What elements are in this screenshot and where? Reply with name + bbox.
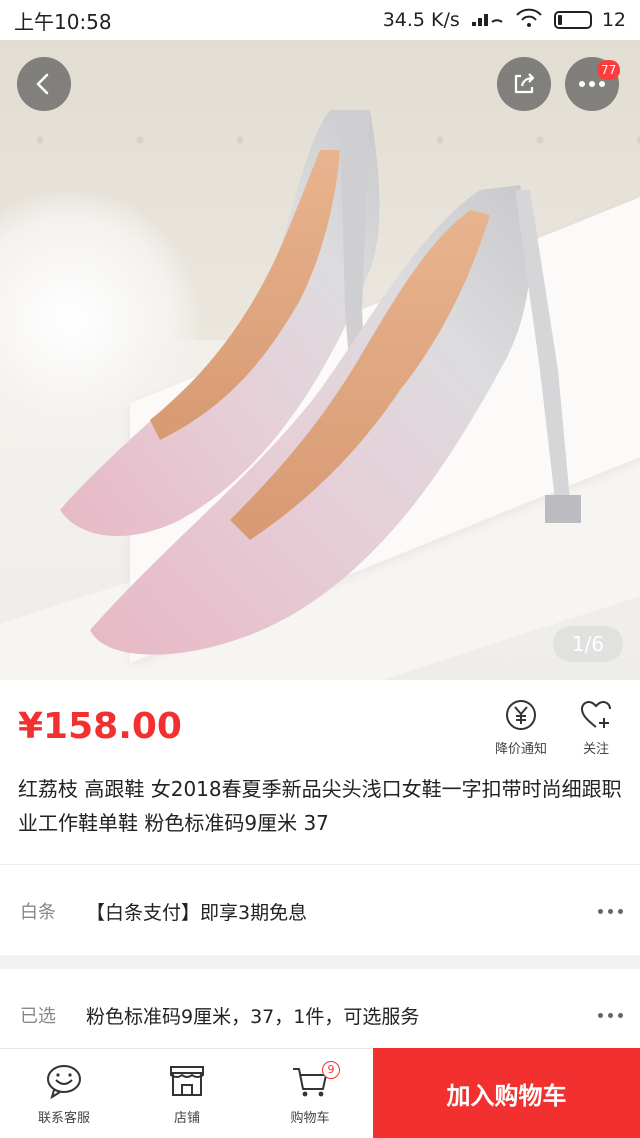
- follow-button[interactable]: 关注: [560, 698, 632, 757]
- product-photo-shoes: [60, 110, 581, 655]
- store-icon: [170, 1066, 204, 1096]
- product-price: ¥158.00: [18, 706, 182, 747]
- service-label: 联系客服: [37, 1111, 90, 1126]
- cart-label: 购物车: [290, 1111, 330, 1126]
- section-gap: [0, 955, 640, 969]
- divider: [0, 864, 640, 865]
- shop-button[interactable]: 店铺: [137, 1063, 237, 1126]
- signal-icon: [470, 8, 504, 33]
- status-indicators: 34.5 K/s 12: [383, 8, 626, 33]
- wifi-icon: [514, 8, 544, 33]
- status-time: 上午10:58: [14, 9, 112, 34]
- baitiao-row[interactable]: 白条 【白条支付】即享3期免息: [0, 868, 640, 954]
- more-dots-icon: [579, 81, 605, 87]
- customer-service-button[interactable]: 联系客服: [14, 1063, 114, 1126]
- network-speed: 34.5 K/s: [382, 9, 460, 31]
- product-image-gallery[interactable]: 77 1/6: [0, 40, 640, 680]
- back-button[interactable]: [17, 57, 71, 111]
- follow-label: 关注: [582, 742, 609, 757]
- add-to-cart-button[interactable]: 加入购物车: [373, 1048, 640, 1138]
- battery-level: 12: [601, 9, 626, 31]
- baitiao-value: 【白条支付】即享3期免息: [86, 901, 308, 924]
- battery-icon: [553, 11, 592, 29]
- status-bar: 上午10:58 34.5 K/s 12: [0, 0, 640, 40]
- share-button[interactable]: [497, 57, 551, 111]
- notify-label: 降价通知: [494, 742, 547, 757]
- share-icon: [514, 73, 535, 94]
- price-section: ¥158.00 降价通知 关注: [0, 680, 640, 766]
- selected-spec-row[interactable]: 已选 粉色标准码9厘米，37，1件，可选服务: [0, 972, 640, 1058]
- yen-bell-icon: [506, 700, 536, 730]
- smiley-chat-icon: [47, 1065, 81, 1099]
- shop-label: 店铺: [173, 1111, 200, 1126]
- price-drop-notify-button[interactable]: 降价通知: [485, 698, 557, 757]
- message-badge: 77: [597, 60, 621, 80]
- heart-plus-icon: [580, 700, 611, 728]
- product-title: 红荔枝 高跟鞋 女2018春夏季新品尖头浅口女鞋一字扣带时尚细跟职业工作鞋单鞋 …: [18, 777, 622, 835]
- chevron-left-icon: [36, 73, 49, 95]
- selected-label: 已选: [20, 1006, 56, 1027]
- more-dots-icon: [580, 1012, 640, 1018]
- selected-value: 粉色标准码9厘米，37，1件，可选服务: [86, 1005, 420, 1028]
- cart-count-badge: 9: [322, 1061, 340, 1079]
- image-counter: 1/6: [553, 626, 623, 662]
- baitiao-label: 白条: [20, 902, 56, 923]
- more-dots-icon: [580, 908, 640, 914]
- cart-button[interactable]: 9 购物车: [260, 1061, 360, 1126]
